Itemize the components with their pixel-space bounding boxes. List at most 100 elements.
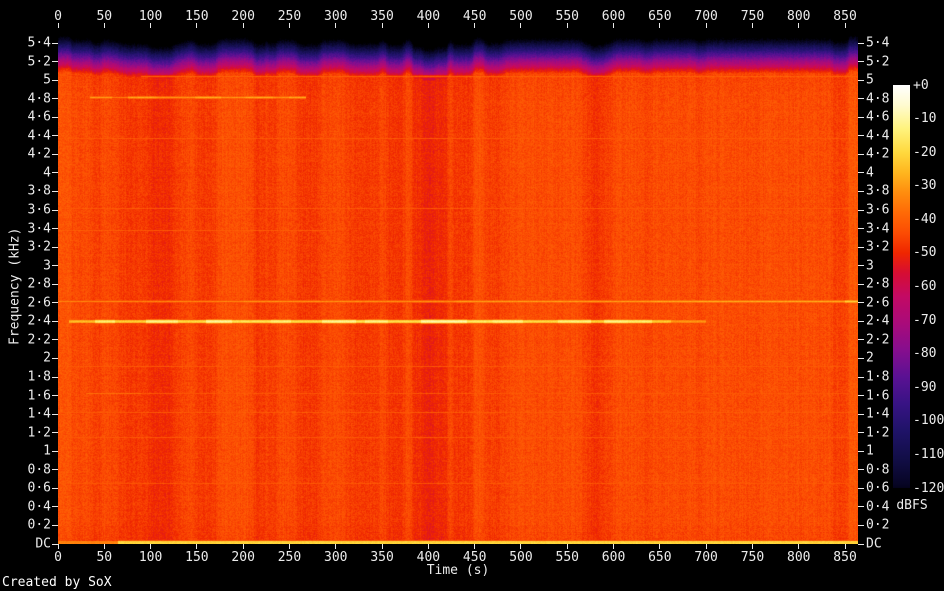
x-tick-bottom bbox=[335, 544, 337, 549]
y-axis-title: Frequency (kHz) bbox=[7, 227, 23, 345]
y-tick-left bbox=[52, 487, 58, 489]
colorbar-tick-label: -100 bbox=[913, 413, 944, 429]
y-tick-label-right: 0·8 bbox=[866, 462, 890, 478]
x-tick-bottom bbox=[566, 544, 568, 549]
y-tick-label-right: 0·6 bbox=[866, 480, 890, 496]
y-tick-left bbox=[52, 413, 58, 415]
y-tick-left bbox=[52, 432, 58, 434]
y-tick-right bbox=[858, 450, 864, 452]
dbfs-colorbar bbox=[893, 85, 910, 488]
x-tick-bottom bbox=[196, 544, 198, 549]
y-tick-left bbox=[52, 135, 58, 137]
y-tick-left bbox=[52, 376, 58, 378]
x-tick-label-top: 250 bbox=[277, 9, 302, 24]
x-tick-label-top: 500 bbox=[509, 9, 533, 24]
y-tick-label-right: 0·4 bbox=[866, 499, 890, 515]
colorbar-tick-label: -20 bbox=[913, 144, 937, 160]
x-tick-bottom bbox=[103, 544, 105, 549]
y-tick-left bbox=[52, 357, 58, 359]
y-tick-right bbox=[858, 246, 864, 248]
x-tick-bottom bbox=[844, 544, 846, 549]
y-tick-label-right: 1·2 bbox=[866, 425, 890, 441]
y-tick-left bbox=[52, 339, 58, 341]
x-tick-label-top: 650 bbox=[648, 9, 672, 24]
y-tick-label-right: 4·8 bbox=[866, 91, 890, 107]
x-tick-label-top: 700 bbox=[694, 9, 718, 24]
y-tick-right bbox=[858, 116, 864, 118]
y-tick-label-right: 3·4 bbox=[866, 221, 890, 237]
y-tick-label-right: 2 bbox=[866, 350, 874, 366]
colorbar-tick-label: -80 bbox=[913, 346, 937, 362]
x-tick-label-top: 600 bbox=[601, 9, 626, 24]
y-tick-right bbox=[858, 283, 864, 285]
y-tick-label-right: 3 bbox=[866, 258, 874, 274]
y-tick-right bbox=[858, 376, 864, 378]
y-tick-right bbox=[858, 320, 864, 322]
y-tick-label-right: 5·4 bbox=[866, 35, 890, 51]
y-tick-left bbox=[52, 506, 58, 508]
x-tick-bottom bbox=[150, 544, 152, 549]
y-tick-left bbox=[52, 209, 58, 211]
y-tick-right bbox=[858, 339, 864, 341]
y-tick-label-right: 4 bbox=[866, 165, 874, 181]
y-tick-left bbox=[52, 61, 58, 63]
y-tick-right bbox=[858, 153, 864, 155]
colorbar-tick-label: -30 bbox=[913, 178, 937, 194]
y-tick-left bbox=[52, 190, 58, 192]
x-tick-bottom bbox=[474, 544, 476, 549]
y-tick-right bbox=[858, 228, 864, 230]
x-tick-bottom bbox=[381, 544, 383, 549]
y-tick-right bbox=[858, 395, 864, 397]
y-tick-label-right: 4·6 bbox=[866, 109, 890, 125]
x-tick-bottom bbox=[798, 544, 800, 549]
x-tick-label-top: 400 bbox=[416, 9, 441, 24]
colorbar-tick-label: -110 bbox=[913, 446, 944, 462]
x-tick-bottom bbox=[288, 544, 290, 549]
y-tick-left bbox=[52, 450, 58, 452]
y-tick-left bbox=[52, 469, 58, 471]
y-tick-right bbox=[858, 432, 864, 434]
y-tick-right bbox=[858, 172, 864, 174]
y-tick-right bbox=[858, 524, 864, 526]
x-tick-label-top: 150 bbox=[185, 9, 209, 24]
y-tick-left bbox=[52, 98, 58, 100]
y-tick-right bbox=[858, 42, 864, 44]
x-tick-bottom bbox=[659, 544, 661, 549]
colorbar-unit-label: dBFS bbox=[896, 498, 928, 513]
x-tick-label-top: 200 bbox=[231, 9, 255, 24]
credit-text: Created by SoX bbox=[2, 575, 112, 590]
y-tick-left bbox=[52, 172, 58, 174]
colorbar-tick-label: -40 bbox=[913, 211, 937, 227]
y-tick-right bbox=[858, 209, 864, 211]
x-tick-bottom bbox=[242, 544, 244, 549]
x-tick-label-top: 850 bbox=[833, 9, 857, 24]
y-tick-right bbox=[858, 543, 864, 545]
y-tick-left bbox=[52, 153, 58, 155]
y-tick-left bbox=[52, 543, 58, 545]
y-tick-left bbox=[52, 320, 58, 322]
y-tick-left bbox=[52, 42, 58, 44]
sox-spectrogram-window: 0 0 50 50 100 100 150 150 200 200 250 250 300 300 350 3… bbox=[0, 0, 944, 591]
y-tick-label-right: 3·2 bbox=[866, 239, 890, 255]
x-tick-label-top: 300 bbox=[324, 9, 348, 24]
y-tick-label-right: 2·6 bbox=[866, 295, 890, 311]
x-tick-label-top: 350 bbox=[370, 9, 394, 24]
x-tick-bottom bbox=[705, 544, 707, 549]
y-tick-right bbox=[858, 487, 864, 489]
x-tick-label-top: 450 bbox=[462, 9, 487, 24]
x-tick-bottom bbox=[751, 544, 753, 549]
x-tick-label-top: 50 bbox=[96, 9, 113, 24]
colorbar-tick-label: -10 bbox=[913, 111, 937, 127]
y-tick-label-right: 4·2 bbox=[866, 146, 890, 162]
x-tick-label-top: 0 bbox=[54, 9, 62, 24]
x-axis-title: Time (s) bbox=[426, 563, 490, 578]
y-tick-label-right: DC bbox=[866, 536, 882, 552]
x-tick-label-top: 550 bbox=[555, 9, 579, 24]
y-tick-left bbox=[52, 302, 58, 304]
y-tick-right bbox=[858, 135, 864, 137]
y-tick-right bbox=[858, 61, 864, 63]
y-tick-left bbox=[52, 228, 58, 230]
colorbar-tick-label: -50 bbox=[913, 245, 937, 261]
colorbar-tick-label: -70 bbox=[913, 312, 937, 328]
y-tick-left bbox=[52, 79, 58, 81]
